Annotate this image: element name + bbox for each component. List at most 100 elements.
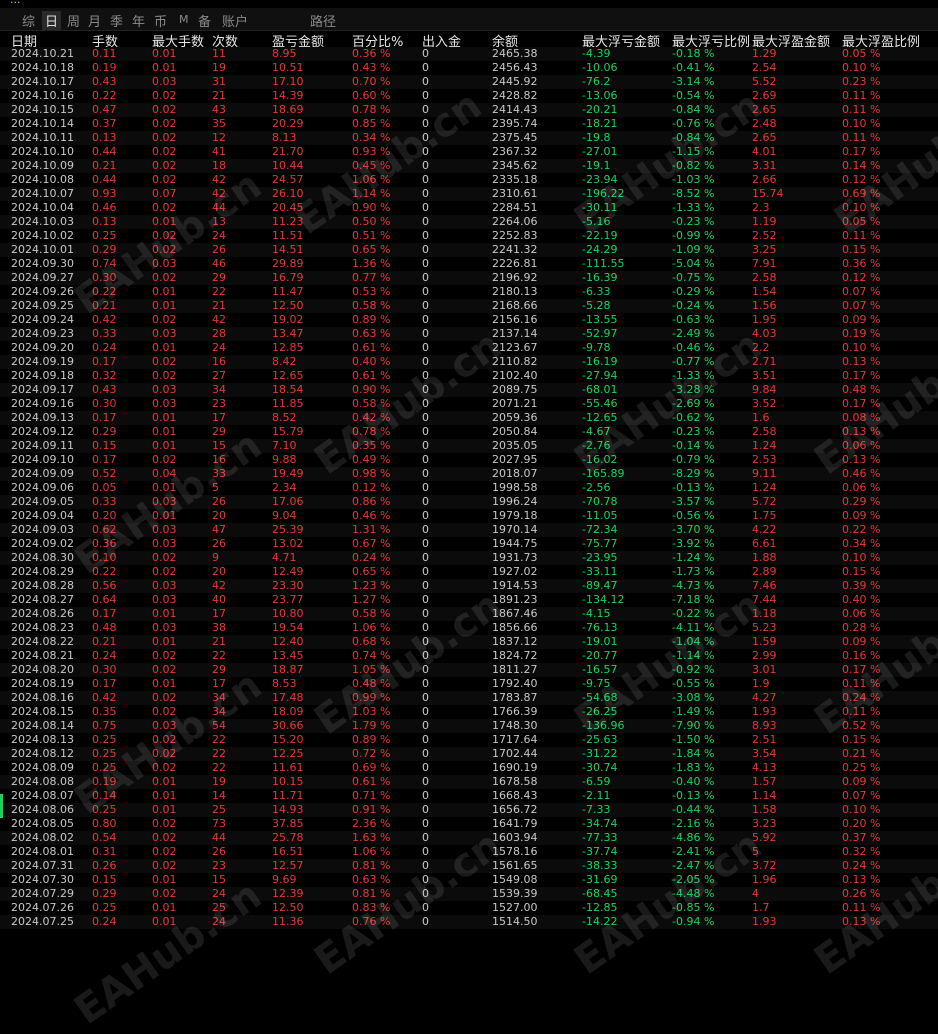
table-row[interactable]: 2024.09.10 0.17 0.02 16 9.88 0.49 % 0 2027.95 -1… [0, 453, 938, 467]
cell-deposit: 0 [422, 327, 429, 340]
table-row[interactable]: 2024.07.31 0.26 0.02 23 12.57 0.81 % 0 1561.65 -… [0, 859, 938, 873]
table-row[interactable]: 2024.10.10 0.44 0.02 41 21.70 0.93 % 0 2367.32 -… [0, 145, 938, 159]
table-row[interactable]: 2024.09.24 0.42 0.02 42 19.02 0.89 % 0 2156.16 -… [0, 313, 938, 327]
tab-account[interactable]: 账户 [222, 11, 248, 30]
table-row[interactable]: 2024.10.02 0.25 0.02 24 11.51 0.51 % 0 2252.83 -… [0, 229, 938, 243]
cell-deposit: 0 [422, 201, 429, 214]
tab-weekly[interactable]: 周 [67, 11, 80, 30]
cell-balance: 1578.16 [492, 845, 538, 858]
cell-deposit: 0 [422, 173, 429, 186]
table-row[interactable]: 2024.08.21 0.24 0.02 22 13.45 0.74 % 0 1824.72 -… [0, 649, 938, 663]
table-row[interactable]: 2024.08.19 0.17 0.01 17 8.53 0.48 % 0 1792.40 -9… [0, 677, 938, 691]
cell-deposit: 0 [422, 887, 429, 900]
tab-currency[interactable]: 币 [154, 11, 167, 30]
cell-max-lots: 0.01 [152, 47, 177, 60]
cell-max-float-profit: 4.22 [752, 523, 777, 536]
cell-max-float-profit: 7.46 [752, 579, 777, 592]
table-row[interactable]: 2024.09.02 0.36 0.03 26 13.02 0.67 % 0 1944.75 -… [0, 537, 938, 551]
cell-max-lots: 0.02 [152, 649, 177, 662]
cell-balance: 2035.05 [492, 439, 538, 452]
table-row[interactable]: 2024.10.21 0.11 0.01 11 8.95 0.36 % 0 2465.38 -4… [0, 47, 938, 61]
table-row[interactable]: 2024.10.01 0.29 0.02 26 14.51 0.65 % 0 2241.32 -… [0, 243, 938, 257]
cell-max-float-profit: 5.52 [752, 75, 777, 88]
cell-max-float-loss-ratio: -0.24 % [672, 299, 715, 312]
cell-max-float-loss-ratio: -0.76 % [672, 117, 715, 130]
table-row[interactable]: 2024.09.26 0.22 0.01 22 11.47 0.53 % 0 2180.13 -… [0, 285, 938, 299]
table-row[interactable]: 2024.08.30 0.10 0.02 9 4.71 0.24 % 0 1931.73 -23… [0, 551, 938, 565]
table-row[interactable]: 2024.09.18 0.32 0.02 27 12.65 0.61 % 0 2102.40 -… [0, 369, 938, 383]
cell-lots: 0.25 [92, 229, 117, 242]
table-row[interactable]: 2024.10.03 0.13 0.01 13 11.23 0.50 % 0 2264.06 -… [0, 215, 938, 229]
table-row[interactable]: 2024.08.08 0.19 0.01 19 10.15 0.61 % 0 1678.58 -… [0, 775, 938, 789]
table-row[interactable]: 2024.08.22 0.21 0.01 21 12.40 0.68 % 0 1837.12 -… [0, 635, 938, 649]
table-row[interactable]: 2024.10.07 0.93 0.07 42 26.10 1.14 % 0 2310.61 -… [0, 187, 938, 201]
table-row[interactable]: 2024.10.14 0.37 0.02 35 20.29 0.85 % 0 2395.74 -… [0, 117, 938, 131]
table-row[interactable]: 2024.10.08 0.44 0.02 42 24.57 1.06 % 0 2335.18 -… [0, 173, 938, 187]
table-row[interactable]: 2024.10.09 0.21 0.02 18 10.44 0.45 % 0 2345.62 -… [0, 159, 938, 173]
table-row[interactable]: 2024.09.06 0.05 0.01 5 2.34 0.12 % 0 1998.58 -2.… [0, 481, 938, 495]
table-row[interactable]: 2024.09.16 0.30 0.03 23 11.85 0.58 % 0 2071.21 -… [0, 397, 938, 411]
table-row[interactable]: 2024.09.23 0.33 0.03 28 13.47 0.63 % 0 2137.14 -… [0, 327, 938, 341]
table-row[interactable]: 2024.08.26 0.17 0.01 17 10.80 0.58 % 0 1867.46 -… [0, 607, 938, 621]
table-row[interactable]: 2024.09.25 0.21 0.01 21 12.50 0.58 % 0 2168.66 -… [0, 299, 938, 313]
tab-m[interactable]: M [179, 13, 189, 26]
table-row[interactable]: 2024.10.11 0.13 0.02 12 8.13 0.34 % 0 2375.45 -1… [0, 131, 938, 145]
cell-balance: 1837.12 [492, 635, 538, 648]
table-row[interactable]: 2024.09.19 0.17 0.02 16 8.42 0.40 % 0 2110.82 -1… [0, 355, 938, 369]
table-row[interactable]: 2024.08.16 0.42 0.02 34 17.48 0.99 % 0 1783.87 -… [0, 691, 938, 705]
table-row[interactable]: 2024.08.29 0.22 0.02 20 12.49 0.65 % 0 1927.02 -… [0, 565, 938, 579]
table-row[interactable]: 2024.09.13 0.17 0.01 17 8.52 0.42 % 0 2059.36 -1… [0, 411, 938, 425]
table-row[interactable]: 2024.09.30 0.74 0.03 46 29.89 1.36 % 0 2226.81 -… [0, 257, 938, 271]
tab-yearly[interactable]: 年 [132, 11, 145, 30]
table-row[interactable]: 2024.08.01 0.31 0.02 26 16.51 1.06 % 0 1578.16 -… [0, 845, 938, 859]
cell-max-float-loss-ratio: -0.85 % [672, 901, 715, 914]
cell-percent: 0.61 % [352, 369, 391, 382]
table-row[interactable]: 2024.09.11 0.15 0.01 15 7.10 0.35 % 0 2035.05 -2… [0, 439, 938, 453]
cell-percent: 1.06 % [352, 173, 391, 186]
cell-max-float-profit-ratio: 0.13 % [842, 873, 881, 886]
table-row[interactable]: 2024.07.29 0.29 0.02 24 12.39 0.81 % 0 1539.39 -… [0, 887, 938, 901]
tab-path[interactable]: 路径 [310, 11, 336, 30]
table-row[interactable]: 2024.08.09 0.25 0.02 22 11.61 0.69 % 0 1690.19 -… [0, 761, 938, 775]
tab-quarterly[interactable]: 季 [110, 11, 123, 30]
table-row[interactable]: 2024.08.07 0.14 0.01 14 11.71 0.71 % 0 1668.43 -… [0, 789, 938, 803]
table-row[interactable]: 2024.09.17 0.43 0.03 34 18.54 0.90 % 0 2089.75 -… [0, 383, 938, 397]
table-row[interactable]: 2024.10.04 0.46 0.02 44 20.45 0.90 % 0 2284.51 -… [0, 201, 938, 215]
cell-max-float-loss-ratio: -1.83 % [672, 761, 715, 774]
tab-daily[interactable]: 日 [42, 11, 62, 30]
table-row[interactable]: 2024.10.18 0.19 0.01 19 10.51 0.43 % 0 2456.43 -… [0, 61, 938, 75]
table-row[interactable]: 2024.08.28 0.56 0.03 42 23.30 1.23 % 0 1914.53 -… [0, 579, 938, 593]
table-row[interactable]: 2024.09.04 0.20 0.01 20 9.04 0.46 % 0 1979.18 -1… [0, 509, 938, 523]
table-row[interactable]: 2024.07.30 0.15 0.01 15 9.69 0.63 % 0 1549.08 -3… [0, 873, 938, 887]
table-row[interactable]: 2024.09.05 0.33 0.03 26 17.06 0.86 % 0 1996.24 -… [0, 495, 938, 509]
cell-max-float-loss: -12.85 [582, 901, 618, 914]
cell-date: 2024.09.30 [11, 257, 74, 270]
table-row[interactable]: 2024.10.16 0.22 0.02 21 14.39 0.60 % 0 2428.82 -… [0, 89, 938, 103]
cell-lots: 0.43 [92, 75, 117, 88]
cell-profit: 10.15 [272, 775, 304, 788]
cell-date: 2024.09.13 [11, 411, 74, 424]
scroll-marker[interactable] [0, 794, 3, 818]
table-row[interactable]: 2024.08.05 0.80 0.02 73 37.85 2.36 % 0 1641.79 -… [0, 817, 938, 831]
table-row[interactable]: 2024.08.27 0.64 0.03 40 23.77 1.27 % 0 1891.23 -… [0, 593, 938, 607]
table-row[interactable]: 2024.10.15 0.47 0.02 43 18.69 0.78 % 0 2414.43 -… [0, 103, 938, 117]
tab-monthly[interactable]: 月 [88, 11, 101, 30]
table-row[interactable]: 2024.10.17 0.43 0.03 31 17.10 0.70 % 0 2445.92 -… [0, 75, 938, 89]
table-row[interactable]: 2024.08.02 0.54 0.02 44 25.78 1.63 % 0 1603.94 -… [0, 831, 938, 845]
table-row[interactable]: 2024.08.20 0.30 0.02 29 18.87 1.05 % 0 1811.27 -… [0, 663, 938, 677]
table-row[interactable]: 2024.09.12 0.29 0.01 29 15.79 0.78 % 0 2050.84 -… [0, 425, 938, 439]
table-row[interactable]: 2024.08.13 0.25 0.02 22 15.20 0.89 % 0 1717.64 -… [0, 733, 938, 747]
table-row[interactable]: 2024.08.12 0.25 0.02 22 12.25 0.72 % 0 1702.44 -… [0, 747, 938, 761]
table-row[interactable]: 2024.08.06 0.25 0.01 25 14.93 0.91 % 0 1656.72 -… [0, 803, 938, 817]
table-row[interactable]: 2024.09.20 0.24 0.01 24 12.85 0.61 % 0 2123.67 -… [0, 341, 938, 355]
tab-overview[interactable]: 综 [22, 11, 35, 30]
table-row[interactable]: 2024.09.09 0.52 0.04 33 19.49 0.98 % 0 2018.07 -… [0, 467, 938, 481]
table-row[interactable]: 2024.08.23 0.48 0.03 38 19.54 1.06 % 0 1856.66 -… [0, 621, 938, 635]
tab-notes[interactable]: 备 [198, 11, 211, 30]
table-row[interactable]: 2024.07.25 0.24 0.01 24 11.36 0.76 % 0 1514.50 -… [0, 915, 938, 929]
table-row[interactable]: 2024.08.14 0.75 0.03 54 30.66 1.79 % 0 1748.30 -… [0, 719, 938, 733]
table-row[interactable]: 2024.09.27 0.30 0.02 29 16.79 0.77 % 0 2196.92 -… [0, 271, 938, 285]
table-row[interactable]: 2024.08.15 0.35 0.02 34 18.09 1.03 % 0 1766.39 -… [0, 705, 938, 719]
table-row[interactable]: 2024.09.03 0.62 0.03 47 25.39 1.31 % 0 1970.14 -… [0, 523, 938, 537]
table-row[interactable]: 2024.07.26 0.25 0.01 25 12.50 0.83 % 0 1527.00 -… [0, 901, 938, 915]
